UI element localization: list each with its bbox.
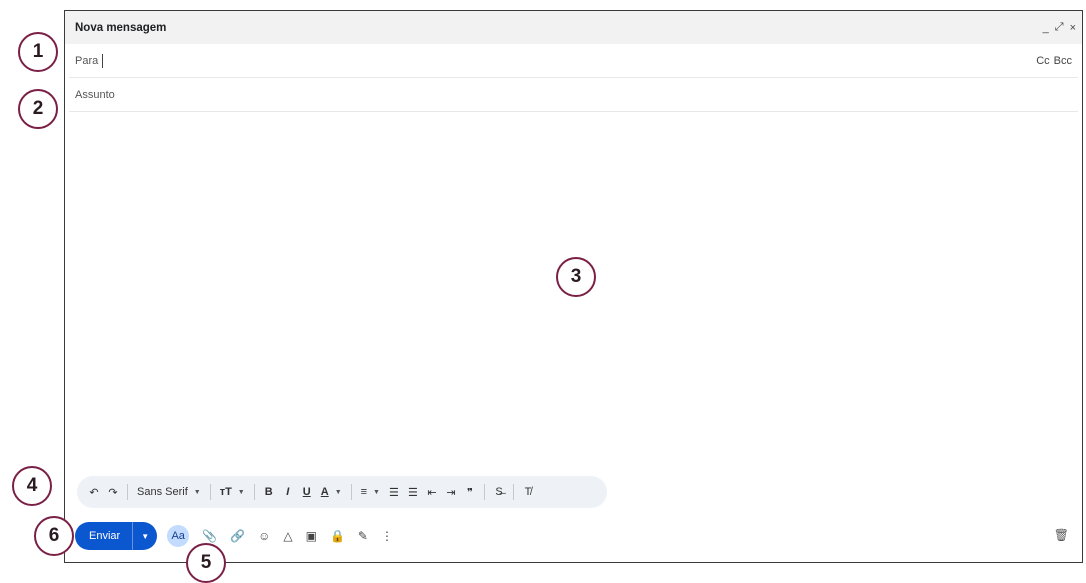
formatting-toolbar: ↶ ↷ Sans Serif ▼ тT ▼ B I U A ▼ ≡ ▼ ☰ ☰ … bbox=[77, 476, 607, 508]
underline-icon[interactable]: U bbox=[302, 486, 312, 498]
toolbar-divider bbox=[483, 484, 485, 500]
cc-link[interactable]: Cc bbox=[1036, 55, 1049, 67]
bold-icon[interactable]: B bbox=[264, 486, 274, 498]
callout-1: 1 bbox=[18, 32, 58, 72]
toolbar-divider bbox=[350, 484, 352, 500]
quote-icon[interactable]: ❞ bbox=[465, 486, 475, 499]
remove-formatting-icon[interactable]: T̸ bbox=[523, 486, 533, 498]
drive-icon[interactable]: △ bbox=[283, 529, 292, 543]
text-caret bbox=[102, 53, 104, 68]
align-select[interactable]: ≡ ▼ bbox=[361, 486, 380, 498]
compose-titlebar: Nova mensagem _ ⤢ × bbox=[65, 11, 1082, 44]
bcc-link[interactable]: Bcc bbox=[1054, 55, 1072, 67]
signature-icon[interactable]: ✎ bbox=[358, 529, 368, 543]
callout-4: 4 bbox=[12, 466, 52, 506]
chevron-down-icon: ▼ bbox=[334, 488, 342, 496]
compose-bottom-bar: Enviar ▼ Aa 📎 🔗 ☺ △ ▣ 🔒 ✎ ⋮ 🗑 bbox=[75, 520, 1075, 552]
italic-icon[interactable]: I bbox=[283, 486, 293, 498]
text-size-icon: тT bbox=[219, 486, 232, 498]
font-family-value: Sans Serif bbox=[137, 486, 188, 498]
send-options-icon[interactable]: ▼ bbox=[133, 522, 157, 550]
minimize-icon[interactable]: _ bbox=[1043, 22, 1049, 34]
text-color-icon: A bbox=[320, 486, 329, 498]
subject-field[interactable]: Assunto bbox=[69, 78, 1078, 112]
font-size-select[interactable]: тT ▼ bbox=[220, 486, 245, 498]
text-color-select[interactable]: A ▼ bbox=[321, 486, 342, 498]
trash-icon[interactable]: 🗑 bbox=[1054, 528, 1069, 542]
link-icon[interactable]: 🔗 bbox=[230, 529, 245, 543]
toolbar-divider bbox=[127, 484, 128, 500]
toolbar-divider bbox=[253, 484, 255, 500]
subject-placeholder: Assunto bbox=[75, 88, 115, 101]
undo-icon[interactable]: ↶ bbox=[89, 486, 99, 499]
fullscreen-icon[interactable]: ⤢ bbox=[1055, 21, 1064, 34]
callout-6: 6 bbox=[34, 516, 74, 556]
indent-more-icon[interactable]: ⇥ bbox=[446, 486, 456, 499]
strikethrough-icon[interactable]: S̶ bbox=[494, 486, 504, 498]
toolbar-divider bbox=[512, 484, 514, 500]
to-field[interactable]: Para Cc Bcc bbox=[69, 44, 1078, 78]
chevron-down-icon: ▼ bbox=[373, 488, 380, 496]
toolbar-divider bbox=[209, 484, 211, 500]
send-button[interactable]: Enviar bbox=[75, 522, 134, 550]
bulleted-list-icon[interactable]: ☰ bbox=[408, 486, 418, 499]
formatting-options-icon[interactable]: Aa bbox=[167, 525, 190, 547]
chevron-down-icon: ▼ bbox=[237, 488, 245, 496]
numbered-list-icon[interactable]: ☰ bbox=[389, 486, 399, 499]
callout-5: 5 bbox=[186, 543, 226, 583]
to-label: Para bbox=[75, 54, 99, 67]
callout-2: 2 bbox=[18, 89, 58, 129]
close-icon[interactable]: × bbox=[1070, 22, 1076, 34]
compose-title: Nova mensagem bbox=[75, 21, 167, 34]
emoji-icon[interactable]: ☺ bbox=[258, 529, 270, 543]
send-button-group: Enviar ▼ bbox=[75, 522, 158, 550]
font-family-select[interactable]: Sans Serif ▼ bbox=[137, 486, 201, 498]
align-icon: ≡ bbox=[360, 486, 368, 498]
chevron-down-icon: ▼ bbox=[193, 488, 201, 496]
window-controls: _ ⤢ × bbox=[1043, 21, 1076, 34]
redo-icon[interactable]: ↷ bbox=[108, 486, 118, 499]
confidential-mode-icon[interactable]: 🔒 bbox=[330, 529, 345, 543]
cc-bcc: Cc Bcc bbox=[1036, 55, 1072, 67]
more-options-icon[interactable]: ⋮ bbox=[381, 529, 393, 543]
callout-3: 3 bbox=[556, 257, 596, 297]
photo-icon[interactable]: ▣ bbox=[306, 529, 317, 543]
attach-icon[interactable]: 📎 bbox=[202, 529, 217, 543]
indent-less-icon[interactable]: ⇤ bbox=[427, 486, 437, 499]
